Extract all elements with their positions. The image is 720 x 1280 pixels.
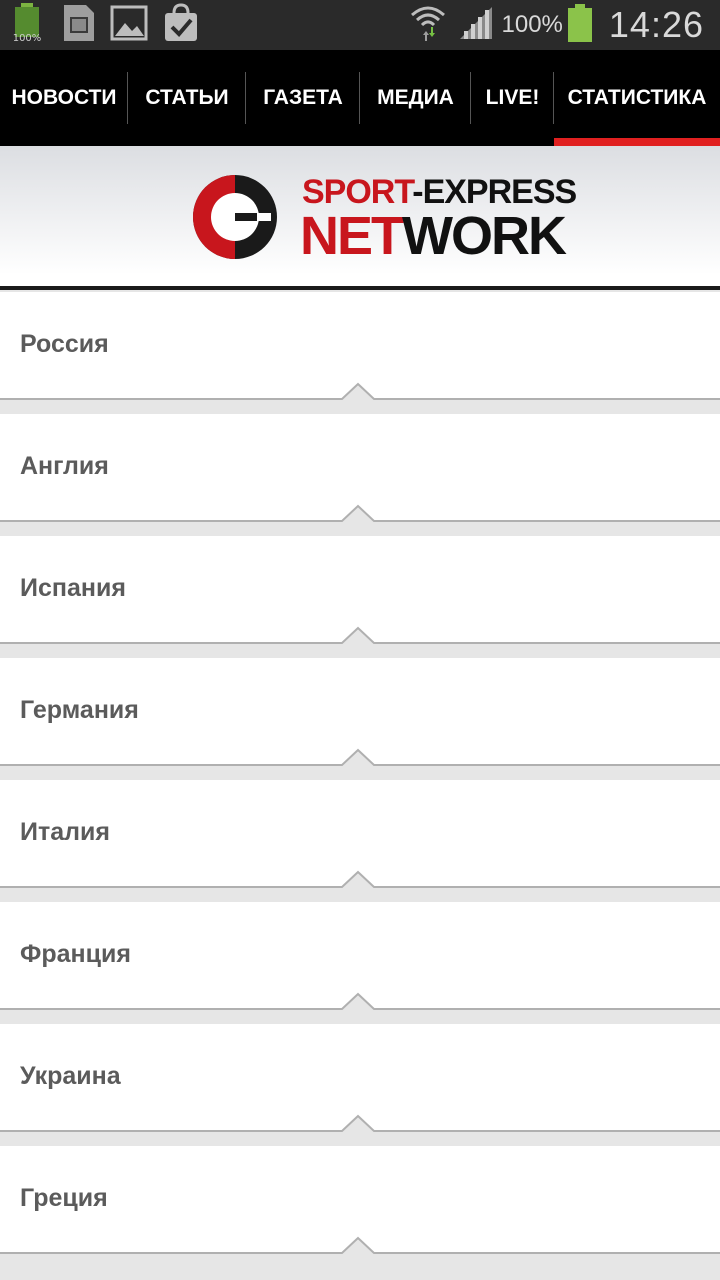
tab-media-label: МЕДИА (377, 86, 454, 109)
list-item[interactable]: Украина (0, 1024, 720, 1146)
country-card: Германия (0, 658, 720, 768)
list-item[interactable]: Испания (0, 536, 720, 658)
notification-icons: 100% (10, 2, 214, 48)
brand-line-2: NETWORK (300, 206, 567, 266)
signal-icon (458, 5, 494, 46)
card-notch-shadow (0, 626, 720, 646)
brand-header: SPORT-EXPRESS NETWORK (0, 146, 720, 290)
country-label: Украина (20, 1062, 121, 1090)
gallery-icon (110, 3, 148, 48)
tab-news[interactable]: НОВОСТИ (0, 50, 128, 146)
list-item[interactable]: Россия (0, 292, 720, 414)
country-card: Украина (0, 1024, 720, 1134)
tab-articles[interactable]: СТАТЬИ (128, 50, 246, 146)
country-label: Испания (20, 574, 126, 602)
top-nav: НОВОСТИ СТАТЬИ ГАЗЕТА МЕДИА LIVE! СТАТИС… (0, 50, 720, 146)
country-label: Франция (20, 940, 131, 968)
battery-icon (567, 3, 593, 47)
tab-newspaper[interactable]: ГАЗЕТА (246, 50, 360, 146)
card-notch-shadow (0, 870, 720, 890)
clock: 14:26 (608, 4, 704, 45)
tab-statistics[interactable]: СТАТИСТИКА (554, 50, 720, 146)
country-card: Испания (0, 536, 720, 646)
brand-line-1: SPORT-EXPRESS (302, 174, 577, 210)
card-notch-shadow (0, 382, 720, 402)
country-label: Россия (20, 330, 109, 358)
country-label: Италия (20, 818, 110, 846)
tab-news-label: НОВОСТИ (11, 86, 117, 109)
wifi-icon (410, 3, 446, 48)
country-list: Россия Англия Испания Германия Италия Фр… (0, 292, 720, 1268)
card-notch-shadow (0, 992, 720, 1012)
tab-newspaper-label: ГАЗЕТА (263, 86, 343, 109)
list-item[interactable]: Франция (0, 902, 720, 1024)
country-label: Англия (20, 452, 109, 480)
list-item[interactable]: Англия (0, 414, 720, 536)
country-card: Франция (0, 902, 720, 1012)
country-card: Россия (0, 292, 720, 402)
card-notch-shadow (0, 748, 720, 768)
tab-statistics-label: СТАТИСТИКА (567, 86, 707, 109)
tab-live[interactable]: LIVE! (471, 50, 554, 146)
list-item[interactable]: Германия (0, 658, 720, 780)
system-icons: 100% 14:26 (410, 0, 704, 50)
country-label: Германия (20, 696, 139, 724)
tab-media[interactable]: МЕДИА (360, 50, 471, 146)
shopping-bag-check-icon (162, 2, 200, 48)
card-notch-shadow (0, 1114, 720, 1134)
tab-articles-label: СТАТЬИ (145, 86, 229, 109)
list-item[interactable]: Греция (0, 1146, 720, 1268)
country-card: Англия (0, 414, 720, 524)
country-card: Греция (0, 1146, 720, 1256)
country-card: Италия (0, 780, 720, 890)
brand-work: WORK (402, 206, 567, 266)
battery-widget-icon: 100% (10, 2, 46, 48)
sim-card-icon (60, 3, 96, 48)
brand-net: NET (300, 206, 404, 266)
country-label: Греция (20, 1184, 108, 1212)
battery-percent: 100% (501, 11, 563, 38)
card-notch-shadow (0, 1236, 720, 1256)
battery-widget-label: 100% (13, 33, 42, 43)
card-notch-shadow (0, 504, 720, 524)
sport-express-logo-icon (192, 174, 278, 265)
list-item[interactable]: Италия (0, 780, 720, 902)
tab-live-label: LIVE! (485, 86, 540, 109)
status-bar: 100% 100% 14:26 (0, 0, 720, 50)
